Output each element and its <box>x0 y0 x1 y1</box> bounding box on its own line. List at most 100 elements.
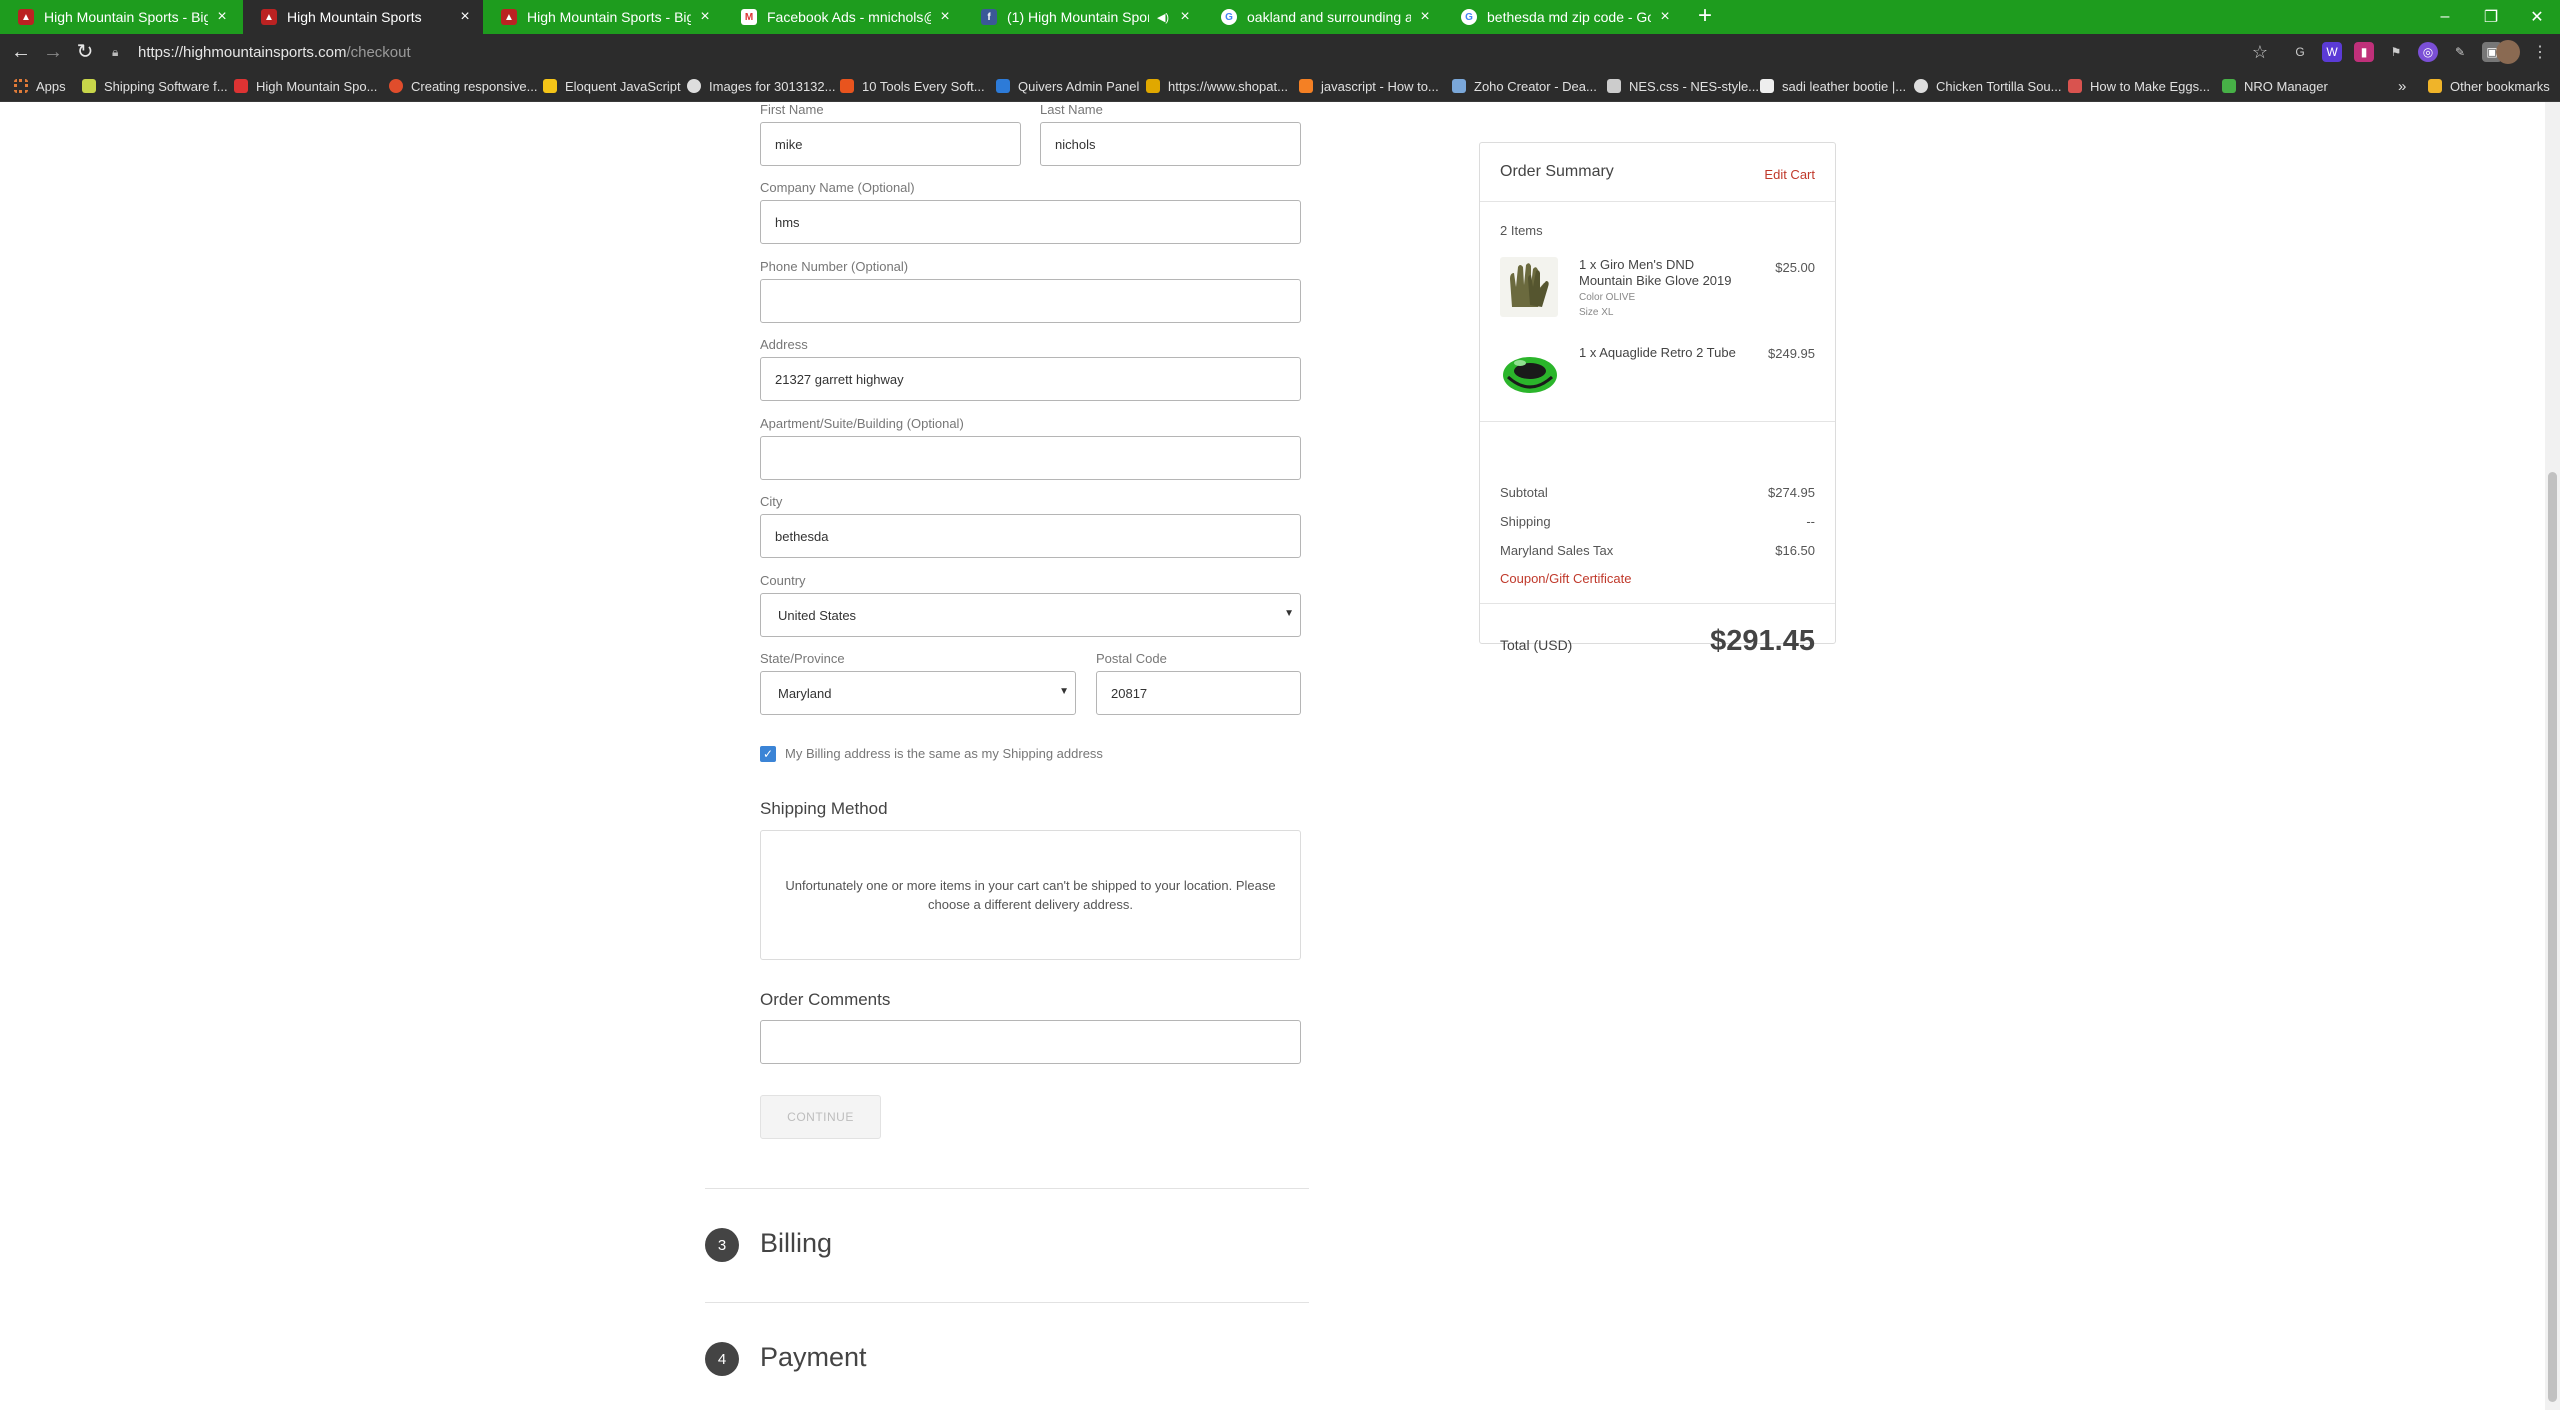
caret-down-icon: ▼ <box>1059 686 1069 697</box>
address-field[interactable]: 21327 garrett highway <box>760 357 1301 401</box>
summary-divider <box>1480 603 1835 604</box>
browser-toolbar: ← → ↻ 🔒︎ https://highmountainsports.com /… <box>0 34 2560 70</box>
payment-step-title[interactable]: Payment <box>760 1342 867 1373</box>
summary-divider <box>1480 421 1835 422</box>
folder-icon <box>2428 79 2442 93</box>
total-value: $291.45 <box>1710 625 1815 657</box>
bookmark-favicon-icon <box>1452 79 1466 93</box>
bookmark-favicon-icon <box>1607 79 1621 93</box>
close-icon[interactable]: × <box>1417 8 1433 26</box>
billing-same-checkbox[interactable]: ✓ <box>760 746 776 762</box>
bookmark-apps[interactable]: Apps <box>14 76 66 96</box>
extension-icon[interactable]: ⚑ <box>2386 42 2406 62</box>
bookmark-item[interactable]: How to Make Eggs... <box>2068 76 2210 96</box>
bookmark-item[interactable]: javascript - How to... <box>1299 76 1439 96</box>
phone-field[interactable] <box>760 279 1301 323</box>
window-close-icon[interactable]: ✕ <box>2514 0 2560 34</box>
city-field[interactable]: bethesda <box>760 514 1301 558</box>
menu-kebab-icon[interactable]: ⋮ <box>2530 42 2550 62</box>
bookmark-item[interactable]: Creating responsive... <box>389 76 537 96</box>
tube-product-image <box>1500 341 1558 401</box>
close-icon[interactable]: × <box>697 8 713 26</box>
address-label: Address <box>760 337 808 352</box>
page-scrollbar[interactable] <box>2545 102 2560 1410</box>
state-select[interactable]: Maryland ▼ <box>760 671 1076 715</box>
reload-icon[interactable]: ↻ <box>72 39 98 65</box>
first-name-field[interactable]: mike <box>760 122 1021 166</box>
apartment-field[interactable] <box>760 436 1301 480</box>
bookmark-favicon-icon <box>2222 79 2236 93</box>
bookmark-favicon-icon <box>1299 79 1313 93</box>
extension-icon[interactable]: ◎ <box>2418 42 2438 62</box>
bookmark-star-icon[interactable]: ☆ <box>2250 42 2270 62</box>
url-host: https://highmountainsports.com <box>138 43 347 61</box>
company-field[interactable]: hms <box>760 200 1301 244</box>
edit-cart-link[interactable]: Edit Cart <box>1764 167 1815 182</box>
bookmark-item[interactable]: Shipping Software f... <box>82 76 228 96</box>
close-icon[interactable]: × <box>1177 8 1193 26</box>
first-name-label: First Name <box>760 102 824 117</box>
browser-tab[interactable]: ▲ High Mountain Sports - BigCommerce × <box>483 0 723 34</box>
shipping-value: -- <box>1806 514 1815 529</box>
city-label: City <box>760 494 783 509</box>
bookmark-item[interactable]: Zoho Creator - Dea... <box>1452 76 1597 96</box>
country-select[interactable]: United States ▼ <box>760 593 1301 637</box>
postal-code-field[interactable]: 20817 <box>1096 671 1301 715</box>
cart-item-option: Size XL <box>1579 307 1614 318</box>
browser-tab-active[interactable]: ▲ High Mountain Sports × <box>243 0 483 34</box>
bookmark-item[interactable]: NRO Manager <box>2222 76 2328 96</box>
profile-avatar[interactable] <box>2496 40 2520 64</box>
bookmark-item[interactable]: High Mountain Spo... <box>234 76 377 96</box>
extension-icon[interactable]: ▮ <box>2354 42 2374 62</box>
bookmark-item[interactable]: Quivers Admin Panel <box>996 76 1139 96</box>
close-icon[interactable]: × <box>457 8 473 26</box>
forward-arrow-icon[interactable]: → <box>40 39 66 65</box>
scrollbar-thumb[interactable] <box>2548 472 2557 1402</box>
close-icon[interactable]: × <box>1657 8 1673 26</box>
glove-product-image <box>1500 257 1558 317</box>
bookmark-item[interactable]: Eloquent JavaScript <box>543 76 681 96</box>
tax-label: Maryland Sales Tax <box>1500 543 1614 558</box>
hms-favicon-icon: ▲ <box>18 9 34 25</box>
coupon-gift-certificate-link[interactable]: Coupon/Gift Certificate <box>1500 571 1632 586</box>
bookmark-item[interactable]: Images for 3013132... <box>687 76 835 96</box>
extension-icon[interactable]: ✎ <box>2450 42 2470 62</box>
browser-tab[interactable]: f (1) High Mountain Sports - Home ◀) × <box>963 0 1203 34</box>
order-summary: Order Summary Edit Cart 2 Items 1 x Giro… <box>1479 142 1836 657</box>
back-arrow-icon[interactable]: ← <box>8 39 34 65</box>
speaker-icon[interactable]: ◀) <box>1155 11 1171 24</box>
globe-icon <box>1914 79 1928 93</box>
bookmark-favicon-icon <box>234 79 248 93</box>
cart-item-price: $249.95 <box>1768 346 1815 361</box>
address-bar[interactable]: 🔒︎ https://highmountainsports.com/checko… <box>112 37 2252 67</box>
bookmark-item[interactable]: 10 Tools Every Soft... <box>840 76 985 96</box>
extension-w-icon[interactable]: W <box>2322 42 2342 62</box>
bookmark-favicon-icon <box>1760 79 1774 93</box>
google-extension-icon[interactable]: G <box>2290 42 2310 62</box>
bookmark-item[interactable]: https://www.shopat... <box>1146 76 1288 96</box>
last-name-field[interactable]: nichols <box>1040 122 1301 166</box>
restore-icon[interactable]: ❐ <box>2468 0 2514 34</box>
bookmark-item[interactable]: NES.css - NES-style... <box>1607 76 1759 96</box>
item-count: 2 Items <box>1500 223 1543 238</box>
subtotal-value: $274.95 <box>1768 485 1815 500</box>
billing-step-title[interactable]: Billing <box>760 1228 832 1259</box>
bookmark-item[interactable]: sadi leather bootie |... <box>1760 76 1906 96</box>
browser-tab[interactable]: G bethesda md zip code - Google Search × <box>1443 0 1683 34</box>
close-icon[interactable]: × <box>937 8 953 26</box>
continue-button[interactable]: CONTINUE <box>760 1095 881 1139</box>
new-tab-button[interactable]: + <box>1692 4 1718 30</box>
browser-tab[interactable]: M Facebook Ads - mnichols@highmountainsp… <box>723 0 963 34</box>
more-bookmarks-chevron-icon[interactable]: » <box>2398 76 2406 96</box>
browser-tab[interactable]: G oakland and surrounding area zip codes… <box>1203 0 1443 34</box>
checkout-page: First Name mike Last Name nichols Compan… <box>0 102 2560 1410</box>
order-comments-field[interactable] <box>760 1020 1301 1064</box>
other-bookmarks[interactable]: Other bookmarks <box>2428 76 2550 96</box>
bookmark-item[interactable]: Chicken Tortilla Sou... <box>1914 76 2062 96</box>
browser-tab[interactable]: ▲ High Mountain Sports - BigCommerce × <box>0 0 240 34</box>
close-icon[interactable]: × <box>214 8 230 26</box>
gmail-favicon-icon: M <box>741 9 757 25</box>
state-selected-value: Maryland <box>778 685 832 701</box>
minimize-icon[interactable]: – <box>2422 0 2468 34</box>
facebook-favicon-icon: f <box>981 9 997 25</box>
